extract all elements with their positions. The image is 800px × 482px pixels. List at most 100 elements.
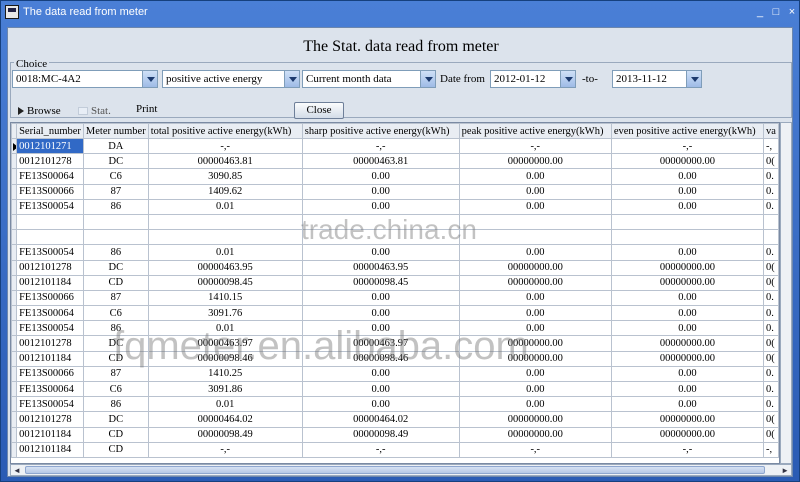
column-header[interactable]: sharp positive active energy(kWh) bbox=[301, 123, 460, 139]
table-cell[interactable]: 0( bbox=[763, 426, 779, 443]
table-row[interactable] bbox=[11, 229, 779, 246]
table-cell[interactable]: 00000098.45 bbox=[301, 274, 460, 291]
table-cell[interactable]: 0.01 bbox=[147, 396, 303, 413]
table-cell[interactable]: 1410.25 bbox=[147, 365, 303, 383]
table-cell[interactable]: 0( bbox=[763, 411, 779, 428]
minimize-icon[interactable]: _ bbox=[753, 5, 767, 19]
table-row[interactable]: 0012101278 DC 00000463.95 00000463.95 000000… bbox=[11, 259, 779, 276]
table-cell[interactable]: 0.01 bbox=[147, 198, 303, 215]
table-cell[interactable]: 0012101271 bbox=[16, 137, 84, 155]
table-cell[interactable]: FE13S00066 bbox=[16, 289, 84, 307]
energy-type-select[interactable]: positive active energy bbox=[162, 70, 300, 88]
column-header[interactable]: peak positive active energy(kWh) bbox=[458, 123, 612, 139]
table-cell[interactable] bbox=[301, 213, 460, 231]
row-indicator[interactable] bbox=[11, 137, 18, 155]
table-cell[interactable] bbox=[82, 229, 149, 246]
table-cell[interactable]: 3091.86 bbox=[147, 380, 303, 398]
row-indicator[interactable] bbox=[11, 350, 18, 367]
table-cell[interactable]: 00000000.00 bbox=[458, 153, 612, 170]
table-cell[interactable]: 00000000.00 bbox=[458, 426, 612, 443]
table-cell[interactable]: DC bbox=[82, 259, 149, 276]
table-cell[interactable]: 0.00 bbox=[610, 365, 765, 383]
title-bar[interactable]: The data read from meter _ □ × bbox=[1, 1, 799, 25]
table-cell[interactable]: DC bbox=[82, 153, 149, 170]
table-cell[interactable]: 0.00 bbox=[458, 289, 612, 307]
table-cell[interactable]: 0.00 bbox=[610, 183, 765, 200]
table-cell[interactable]: 0. bbox=[763, 244, 779, 261]
table-cell[interactable]: 00000098.45 bbox=[147, 274, 303, 291]
row-indicator[interactable] bbox=[11, 380, 18, 398]
table-cell[interactable]: 00000098.49 bbox=[147, 426, 303, 443]
table-cell[interactable]: 1410.15 bbox=[147, 289, 303, 307]
table-cell[interactable]: DA bbox=[82, 137, 149, 155]
table-cell[interactable]: -,- bbox=[458, 137, 612, 155]
column-header[interactable]: even positive active energy(kWh) bbox=[610, 123, 765, 139]
table-cell[interactable]: FE13S00066 bbox=[16, 365, 84, 383]
table-cell[interactable]: 1409.62 bbox=[147, 183, 303, 200]
table-cell[interactable]: 0.00 bbox=[458, 183, 612, 200]
table-cell[interactable]: 00000463.81 bbox=[147, 153, 303, 170]
row-indicator[interactable] bbox=[11, 335, 18, 352]
table-cell[interactable]: 0.00 bbox=[301, 289, 460, 307]
table-cell[interactable]: 0.00 bbox=[458, 198, 612, 215]
column-header[interactable]: va bbox=[763, 123, 779, 139]
table-row[interactable]: 0012101184 CD 00000098.46 00000098.46 000000… bbox=[11, 350, 779, 367]
table-cell[interactable]: 0.00 bbox=[458, 244, 612, 261]
table-cell[interactable]: 00000000.00 bbox=[458, 335, 612, 352]
table-cell[interactable]: 0. bbox=[763, 380, 779, 398]
table-row[interactable]: FE13S00054 86 0.01 0.00 0.00 0.00 0. bbox=[11, 198, 779, 215]
chevron-down-icon[interactable] bbox=[284, 71, 299, 87]
table-cell[interactable] bbox=[458, 229, 612, 246]
table-cell[interactable]: 00000000.00 bbox=[610, 350, 765, 367]
table-cell[interactable]: -,- bbox=[458, 441, 612, 458]
close-button[interactable]: Close bbox=[294, 102, 344, 119]
table-cell[interactable]: 00000463.95 bbox=[301, 259, 460, 276]
table-cell[interactable]: DC bbox=[82, 411, 149, 428]
table-cell[interactable]: FE13S00054 bbox=[16, 244, 84, 261]
maximize-icon[interactable]: □ bbox=[769, 5, 783, 19]
row-indicator[interactable] bbox=[11, 441, 18, 458]
scroll-right-icon[interactable]: ► bbox=[781, 466, 789, 475]
table-row[interactable]: 0012101278 DC 00000463.81 00000463.81 000000… bbox=[11, 153, 779, 170]
table-cell[interactable]: 00000000.00 bbox=[610, 335, 765, 352]
row-indicator[interactable] bbox=[11, 365, 18, 383]
table-cell[interactable]: 00000098.49 bbox=[301, 426, 460, 443]
row-indicator[interactable] bbox=[11, 244, 18, 261]
table-cell[interactable]: 0.01 bbox=[147, 320, 303, 337]
table-cell[interactable]: C6 bbox=[82, 380, 149, 398]
table-cell[interactable]: 0012101184 bbox=[16, 350, 84, 367]
table-cell[interactable]: FE13S00054 bbox=[16, 198, 84, 215]
table-cell[interactable]: 0. bbox=[763, 396, 779, 413]
table-cell[interactable]: 0.00 bbox=[301, 380, 460, 398]
table-cell[interactable] bbox=[610, 213, 765, 231]
table-cell[interactable]: 00000464.02 bbox=[301, 411, 460, 428]
table-cell[interactable]: 0.00 bbox=[301, 244, 460, 261]
table-cell[interactable]: 0012101278 bbox=[16, 259, 84, 276]
table-cell[interactable]: C6 bbox=[82, 168, 149, 185]
meter-select[interactable]: 0018:MC-4A2 bbox=[12, 70, 158, 88]
table-cell[interactable] bbox=[610, 229, 765, 246]
row-indicator[interactable] bbox=[11, 289, 18, 307]
table-cell[interactable]: 00000000.00 bbox=[458, 411, 612, 428]
table-cell[interactable]: 0012101184 bbox=[16, 441, 84, 458]
table-cell[interactable]: 00000000.00 bbox=[458, 259, 612, 276]
table-cell[interactable]: 0( bbox=[763, 335, 779, 352]
column-header[interactable]: Serial_number bbox=[16, 123, 84, 139]
table-cell[interactable]: 86 bbox=[82, 396, 149, 413]
table-cell[interactable]: 0.00 bbox=[610, 320, 765, 337]
table-cell[interactable]: FE13S00054 bbox=[16, 320, 84, 337]
table-cell[interactable] bbox=[458, 213, 612, 231]
table-cell[interactable]: 0012101184 bbox=[16, 426, 84, 443]
table-cell[interactable]: 00000000.00 bbox=[458, 350, 612, 367]
table-cell[interactable]: 0.00 bbox=[458, 365, 612, 383]
table-cell[interactable]: 0012101278 bbox=[16, 411, 84, 428]
table-cell[interactable]: 0012101278 bbox=[16, 335, 84, 352]
table-cell[interactable]: 0.00 bbox=[610, 396, 765, 413]
stat-button[interactable]: Stat. bbox=[78, 105, 111, 117]
table-cell[interactable]: 0.00 bbox=[458, 380, 612, 398]
table-cell[interactable]: -,- bbox=[610, 441, 765, 458]
table-cell[interactable]: 86 bbox=[82, 198, 149, 215]
row-indicator[interactable] bbox=[11, 320, 18, 337]
chevron-down-icon[interactable] bbox=[142, 71, 157, 87]
table-row[interactable]: FE13S00066 87 1410.25 0.00 0.00 0.00 0. bbox=[11, 365, 779, 383]
